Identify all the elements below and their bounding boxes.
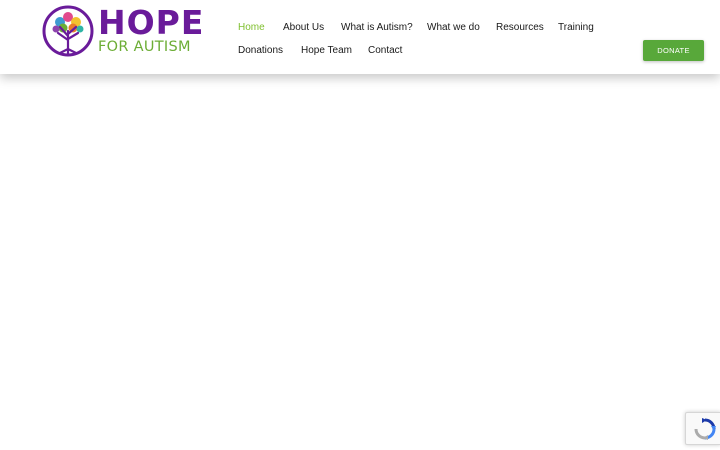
donate-button[interactable]: DONATE (643, 40, 704, 61)
logo-tagline: FOR AUTISM (98, 39, 191, 55)
site-logo[interactable]: HOPE FOR AUTISM (42, 3, 205, 59)
nav-what-we-do[interactable]: What we do (427, 22, 480, 34)
site-header: HOPE FOR AUTISM Home About Us What is Au… (0, 0, 720, 74)
nav-hope-team[interactable]: Hope Team (301, 45, 352, 57)
recaptcha-badge[interactable] (685, 412, 720, 445)
nav-what-is-autism[interactable]: What is Autism? (341, 22, 413, 34)
nav-contact[interactable]: Contact (368, 45, 402, 57)
recaptcha-icon (694, 418, 716, 440)
nav-donations[interactable]: Donations (238, 45, 283, 57)
nav-home[interactable]: Home (238, 22, 265, 34)
logo-wordmark: HOPE (98, 3, 205, 42)
nav-resources[interactable]: Resources (496, 22, 544, 34)
nav-training[interactable]: Training (558, 22, 594, 34)
nav-about-us[interactable]: About Us (283, 22, 324, 34)
tree-logo-icon (42, 5, 94, 57)
